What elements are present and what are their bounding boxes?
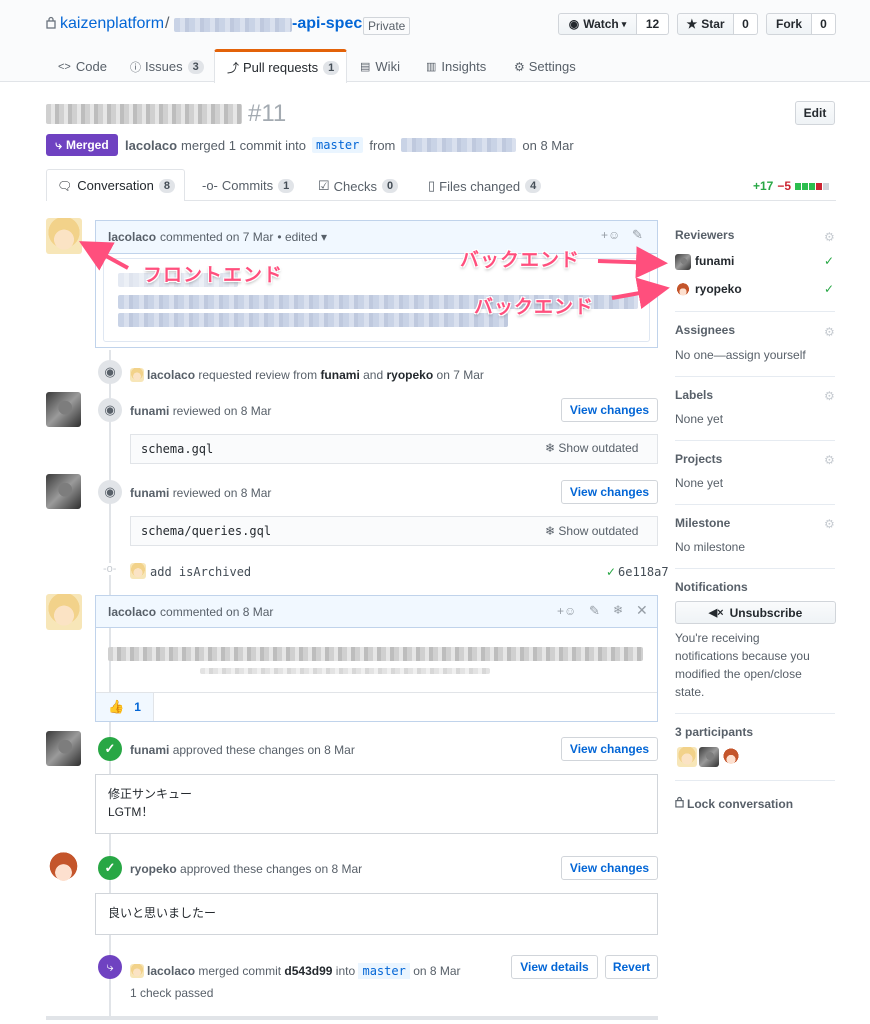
arrow-to-lacolaco [78,241,129,271]
arrow-to-ryopeko [611,277,670,309]
arrow-to-funami [597,246,668,279]
annotation-arrows [78,241,670,309]
annotation-backend-ryopeko: バックエンド [474,296,595,318]
annotation-backend-funami: バックエンド [460,249,581,271]
annotation-frontend: フロントエンド [143,264,284,286]
